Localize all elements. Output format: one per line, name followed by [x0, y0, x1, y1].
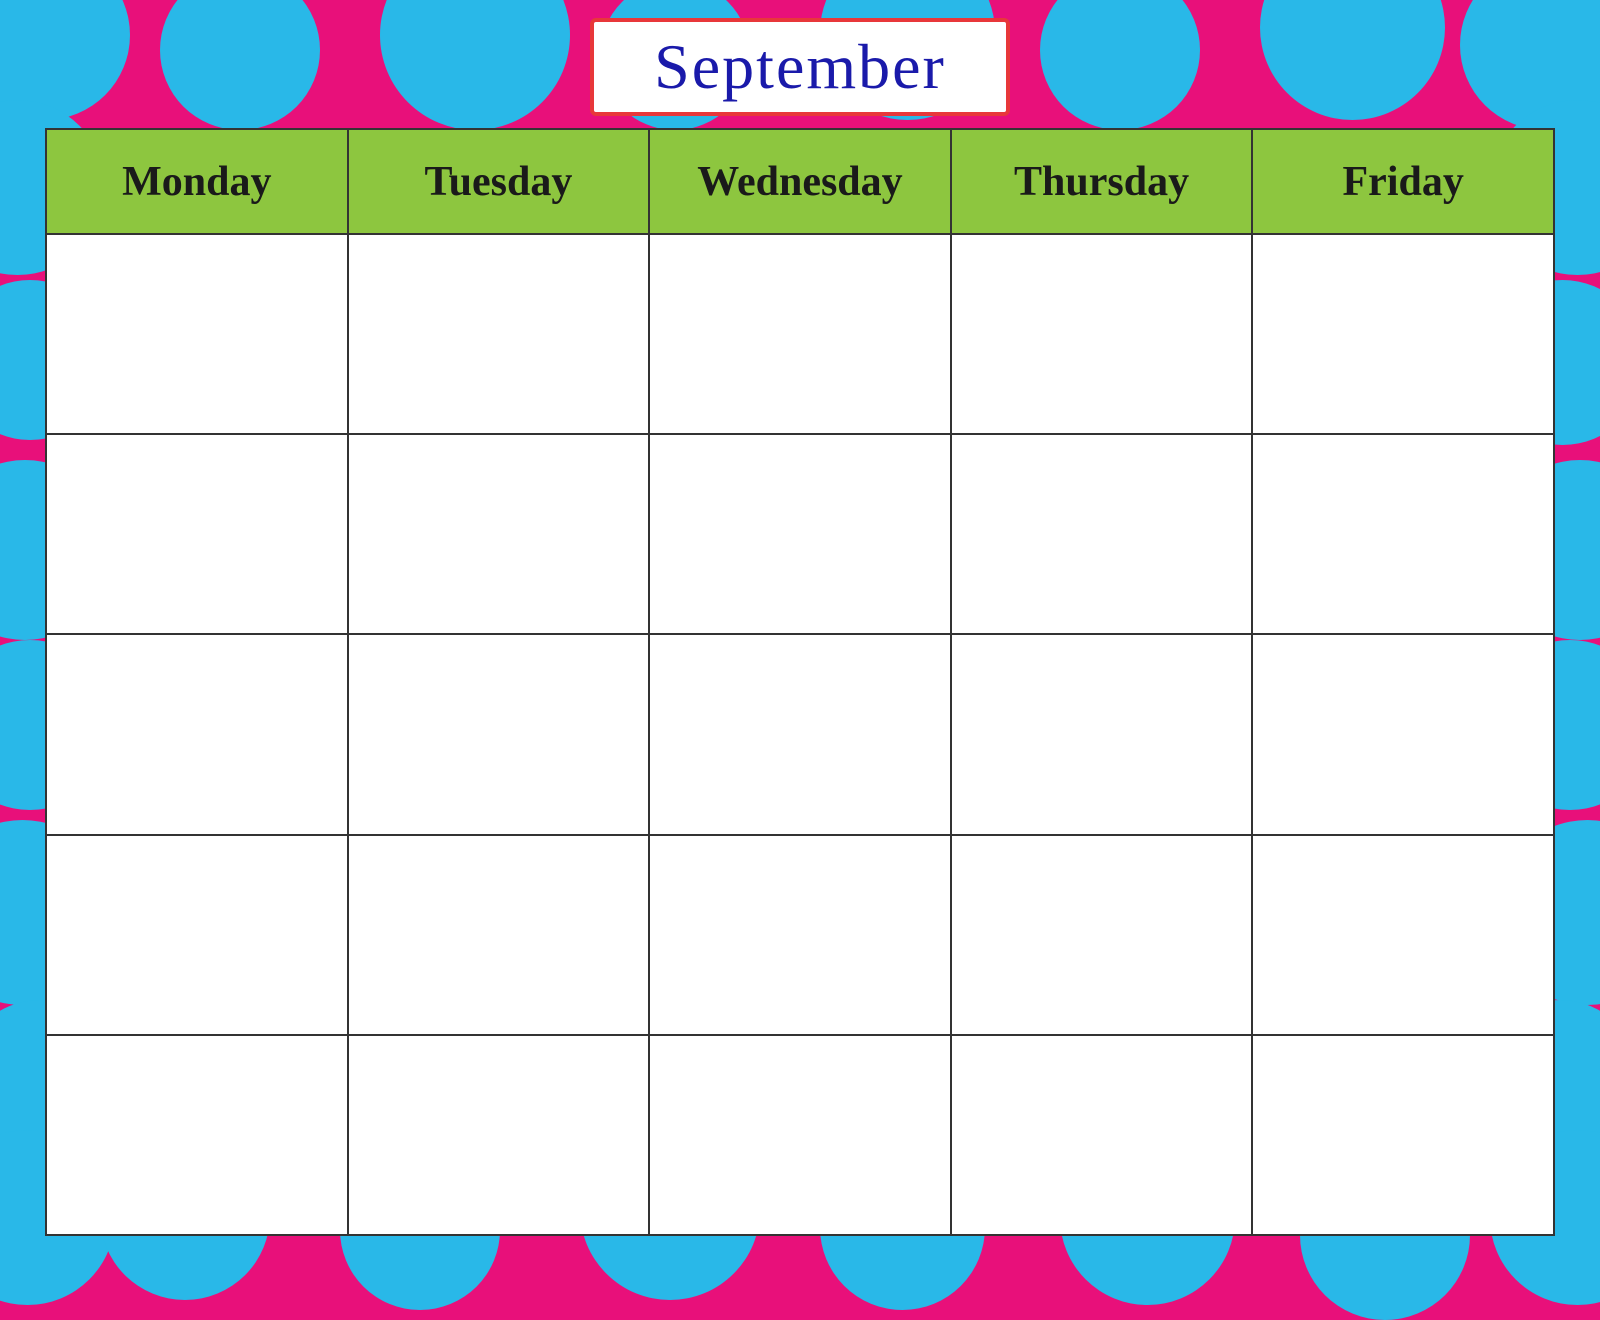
- cell-row4-mon[interactable]: [46, 835, 348, 1035]
- cell-row1-fri[interactable]: [1252, 234, 1554, 434]
- cell-row1-mon[interactable]: [46, 234, 348, 434]
- cell-row5-fri[interactable]: [1252, 1035, 1554, 1235]
- calendar-row-3: [46, 634, 1554, 834]
- month-title-container: September: [590, 18, 1010, 116]
- cell-row2-wed[interactable]: [649, 434, 951, 634]
- calendar-wrapper: September Monday Tuesday Wednesday Thurs…: [45, 0, 1555, 1236]
- cell-row3-fri[interactable]: [1252, 634, 1554, 834]
- month-title: September: [654, 31, 946, 102]
- cell-row5-wed[interactable]: [649, 1035, 951, 1235]
- cell-row4-thu[interactable]: [951, 835, 1253, 1035]
- cell-row2-mon[interactable]: [46, 434, 348, 634]
- cell-row4-tue[interactable]: [348, 835, 650, 1035]
- header-tuesday: Tuesday: [348, 129, 650, 234]
- header-thursday: Thursday: [951, 129, 1253, 234]
- cell-row5-tue[interactable]: [348, 1035, 650, 1235]
- header-wednesday: Wednesday: [649, 129, 951, 234]
- cell-row2-thu[interactable]: [951, 434, 1253, 634]
- cell-row5-thu[interactable]: [951, 1035, 1253, 1235]
- cell-row1-wed[interactable]: [649, 234, 951, 434]
- cell-row5-mon[interactable]: [46, 1035, 348, 1235]
- cell-row1-tue[interactable]: [348, 234, 650, 434]
- cell-row3-mon[interactable]: [46, 634, 348, 834]
- calendar-row-2: [46, 434, 1554, 634]
- calendar-row-1: [46, 234, 1554, 434]
- calendar-header-row: Monday Tuesday Wednesday Thursday Friday: [46, 129, 1554, 234]
- cell-row4-fri[interactable]: [1252, 835, 1554, 1035]
- calendar-grid: Monday Tuesday Wednesday Thursday Friday: [45, 128, 1555, 1236]
- cell-row1-thu[interactable]: [951, 234, 1253, 434]
- calendar-row-5: [46, 1035, 1554, 1235]
- cell-row2-fri[interactable]: [1252, 434, 1554, 634]
- cell-row2-tue[interactable]: [348, 434, 650, 634]
- cell-row4-wed[interactable]: [649, 835, 951, 1035]
- cell-row3-thu[interactable]: [951, 634, 1253, 834]
- header-friday: Friday: [1252, 129, 1554, 234]
- calendar-row-4: [46, 835, 1554, 1035]
- cell-row3-tue[interactable]: [348, 634, 650, 834]
- header-monday: Monday: [46, 129, 348, 234]
- cell-row3-wed[interactable]: [649, 634, 951, 834]
